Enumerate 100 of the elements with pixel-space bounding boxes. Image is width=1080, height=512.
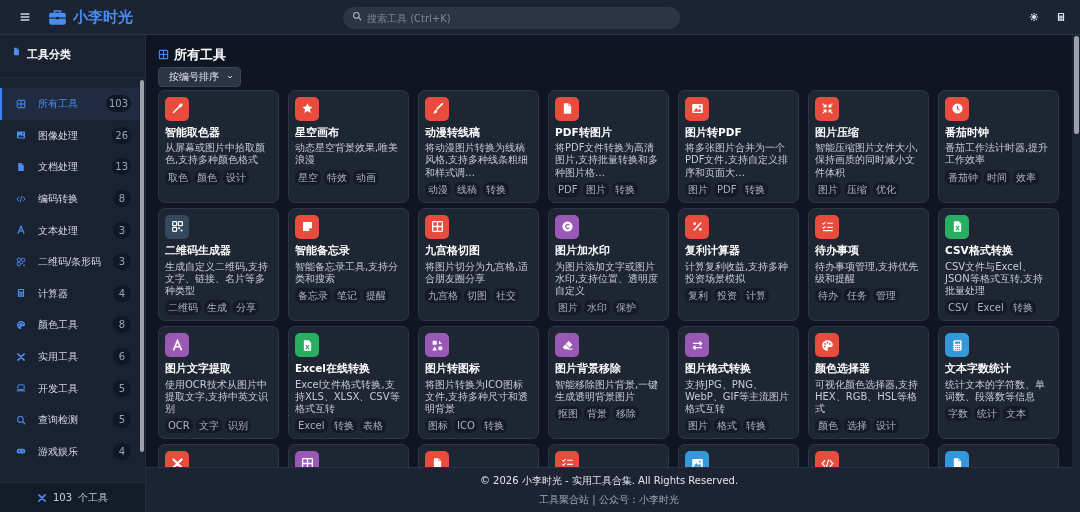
tool-card[interactable]: 图片转图标 将图片转换为ICO图标文件,支持多种尺寸和透明背景 图标 ICO 转换 — [418, 326, 539, 440]
tag: Excel — [295, 418, 328, 434]
tag: 二维码 — [165, 300, 201, 316]
tag: 番茄钟 — [945, 169, 981, 185]
tag: 生成 — [204, 300, 230, 316]
tool-name: 复利计算器 — [685, 242, 741, 258]
tool-name: 图片转PDF — [685, 124, 743, 140]
tool-name: 图片文字提取 — [165, 361, 232, 377]
sidebar-item[interactable]: 文档处理 13 — [0, 151, 139, 183]
menu-button[interactable] — [18, 10, 32, 24]
sidebar-item[interactable]: 所有工具 103 — [0, 88, 139, 120]
eyedropper-icon — [170, 102, 184, 115]
tag: 九宫格 — [425, 287, 461, 303]
scrollbar-thumb[interactable] — [140, 80, 144, 452]
tool-card[interactable]: 图片背景移除 智能移除图片背景,一键生成透明背景图片 抠图 背景 移除 — [548, 326, 669, 440]
tool-description: 统计文本的字符数、单词数、段落数等信息 — [945, 378, 1046, 404]
tag: 设计 — [223, 169, 249, 185]
tool-description: 动态星空背景效果,唯美浪漫 — [295, 142, 400, 167]
tool-description: 智能压缩图片文件大小,保持画质的同时减小文件体积 — [815, 142, 920, 179]
tool-card[interactable]: 图片文字提取 使用OCR技术从图片中提取文字,支持中英文识别 OCR 文字 识别 — [158, 326, 279, 440]
sidebar-item[interactable]: 查询检测 5 — [0, 403, 139, 436]
tools-icon — [36, 492, 47, 503]
count-badge: 5 — [113, 379, 131, 397]
tool-card[interactable]: 文本字数统计 统计文本的字符数、单词数、段落数等信息 字数 统计 文本 — [938, 326, 1059, 440]
tool-name: 图片压缩 — [815, 124, 860, 140]
tag: 识别 — [224, 418, 251, 434]
image-file-icon — [690, 102, 704, 115]
tool-description: 使用OCR技术从图片中提取文字,支持中英文识别 — [165, 378, 270, 416]
tool-description: 可视化颜色选择器,支持HEX、RGB、HSL等格式 — [815, 378, 920, 416]
tag: 字数 — [945, 406, 971, 422]
tag: 转换 — [1009, 300, 1036, 316]
sidebar-item[interactable]: 文本处理 3 — [0, 214, 139, 246]
tool-card[interactable]: 待办事项 待办事项管理,支持优先级和提醒 待办 任务 管理 — [808, 207, 929, 322]
count-badge: 4 — [113, 284, 131, 302]
tool-name: 文本字数统计 — [945, 361, 1012, 377]
tag: 待办 — [815, 287, 841, 303]
tool-card[interactable]: 九宫格切图 将图片切分为九宫格,适合朋友圈分享 九宫格 切图 社交 — [418, 207, 539, 322]
tool-card[interactable]: 二维码生成器 生成自定义二维码,支持文字、链接、名片等多种类型 二维码 生成 分享 — [158, 207, 279, 322]
tag: 移除 — [613, 406, 639, 422]
tool-card[interactable]: 颜色选择器 可视化颜色选择器,支持HEX、RGB、HSL等格式 颜色 选择 设计 — [808, 326, 929, 440]
copyright-icon — [560, 220, 574, 234]
tool-card[interactable]: 智能取色器 从屏幕或图片中拾取颜色,支持多种颜色格式 取色 颜色 设计 — [158, 89, 279, 203]
footer-links: 工具聚合站 | 公众号：小李时光 — [539, 493, 679, 507]
tool-card[interactable]: 动漫转线稿 将动漫图片转换为线稿风格,支持多种线条粗细和样式调… 动漫 线稿 转换 — [418, 89, 539, 203]
tag: 备忘录 — [295, 287, 331, 303]
tool-description: 生成自定义二维码,支持文字、链接、名片等多种类型 — [165, 260, 270, 298]
tool-description: 将图片切分为九宫格,适合朋友圈分享 — [425, 260, 530, 285]
sidebar-item[interactable]: 二维码/条形码 3 — [0, 245, 139, 278]
tool-card[interactable]: 番茄时钟 番茄工作法计时器,提升工作效率 番茄钟 时间 效率 — [938, 89, 1059, 203]
sidebar-item[interactable]: 游戏娱乐 4 — [0, 435, 139, 468]
sort-select[interactable]: 按编号排序 — [158, 66, 241, 87]
copyright-text: © 2026 小李时光 - 实用工具合集. All Rights Reserved. — [479, 474, 739, 488]
sidebar-item[interactable]: 开发工具 5 — [0, 372, 139, 404]
document-icon — [16, 162, 26, 172]
tool-card[interactable]: 图片加水印 为图片添加文字或图片水印,支持位置、透明度自定义 图片 水印 保护 — [548, 207, 669, 322]
tool-name: 智能备忘录 — [295, 242, 351, 258]
tag: 选择 — [844, 418, 870, 434]
count-badge: 13 — [112, 158, 131, 176]
qr-code-icon — [170, 220, 184, 234]
tool-card[interactable]: 智能备忘录 智能备忘录工具,支持分类和搜索 备忘录 笔记 提醒 — [288, 207, 409, 322]
clock-icon — [950, 102, 964, 115]
scrollbar-thumb[interactable] — [1073, 36, 1079, 134]
tool-name: 智能取色器 — [165, 124, 221, 140]
tag: 计算 — [743, 287, 769, 303]
tool-card[interactable]: 复利计算器 计算复利收益,支持多种投资场景模拟 复利 投资 计算 — [678, 207, 799, 322]
count-badge: 8 — [113, 190, 131, 208]
tag: 转换 — [743, 418, 769, 434]
tag: 转换 — [612, 181, 639, 197]
tag: 特效 — [324, 169, 350, 185]
tool-card[interactable]: 图片压缩 智能压缩图片文件大小,保持画质的同时减小文件体积 图片 压缩 优化 — [808, 89, 929, 203]
tools-icon — [16, 351, 26, 362]
tool-card[interactable]: PDF转图片 将PDF文件转换为高清图片,支持批量转换和多种图片格… PDF 图片 转换 — [548, 89, 669, 203]
tool-name: CSV格式转换 — [945, 242, 1014, 258]
tool-description: Excel文件格式转换,支持XLS、XLSX、CSV等格式互转 — [295, 378, 401, 416]
count-badge: 5 — [113, 411, 131, 429]
tool-description: 为图片添加文字或图片水印,支持位置、透明度自定义 — [555, 260, 660, 298]
code-icon — [16, 193, 26, 204]
sidebar-item[interactable]: 颜色工具 8 — [0, 309, 139, 341]
sidebar-item[interactable]: 实用工具 6 — [0, 340, 139, 373]
tool-description: CSV文件与Excel、JSON等格式互转,支持批量处理 — [945, 260, 1044, 298]
swap-icon — [690, 338, 704, 352]
search-field[interactable]: 搜索工具 (Ctrl+K) — [343, 7, 680, 30]
count-badge: 3 — [113, 221, 131, 239]
sidebar-item[interactable]: 图像处理 26 — [0, 119, 139, 152]
sidebar-item[interactable]: 计算器 4 — [0, 277, 139, 310]
theme-button[interactable] — [1029, 12, 1039, 22]
tag: 星空 — [295, 169, 321, 185]
compress-icon — [820, 102, 834, 115]
tool-card[interactable]: 图片转PDF 将多张图片合并为一个PDF文件,支持自定义排序和页面大… 图片 PDF 转换 — [678, 89, 799, 203]
tool-card[interactable]: Excel在线转换 Excel文件格式转换,支持XLS、XLSX、CSV等格式互转 Excel 转换 表格 — [288, 326, 409, 440]
gamepad-icon — [16, 446, 26, 457]
sidebar-item[interactable]: 编码转换 8 — [0, 182, 139, 215]
tag: 颜色 — [194, 169, 220, 185]
page-title: 所有工具 — [174, 46, 226, 64]
tag: 线稿 — [454, 181, 480, 197]
tool-card[interactable]: 星空画布 动态星空背景效果,唯美浪漫 星空 特效 动画 — [288, 89, 409, 203]
tool-card[interactable]: CSV格式转换 CSV文件与Excel、JSON等格式互转,支持批量处理 CSV Excel 转换 — [938, 207, 1059, 322]
tool-name: Excel在线转换 — [295, 361, 371, 377]
tool-card[interactable]: 图片格式转换 支持JPG、PNG、WebP、GIF等主流图片格式互转 图片 格式 转换 — [678, 326, 799, 440]
tool-description: 将多张图片合并为一个PDF文件,支持自定义排序和页面大… — [685, 142, 789, 179]
